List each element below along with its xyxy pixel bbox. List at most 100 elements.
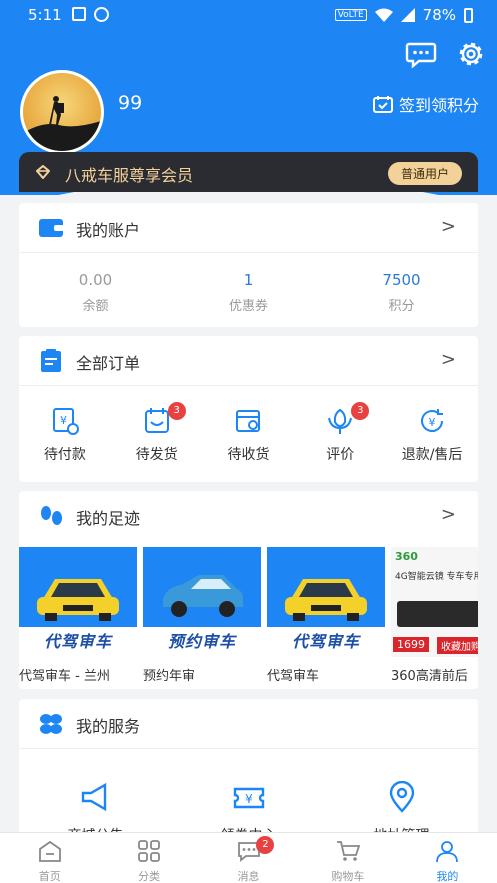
service-address[interactable]: 地址管理	[325, 780, 478, 839]
status-bar: 5:11 VoLTE 78%	[0, 0, 497, 30]
refund-icon: ¥	[421, 409, 444, 432]
services-title: 我的服务	[76, 717, 141, 736]
car-icon	[285, 579, 367, 621]
ad-price: 1699	[393, 637, 429, 652]
tab-label: 消息	[237, 870, 260, 883]
tab-label: 首页	[38, 870, 61, 883]
footprint-image: 代驾审车	[19, 547, 137, 657]
mirror-image	[397, 601, 478, 627]
account-card: 我的账户 > 0.00 余额 1 优惠券 7500 积分	[19, 203, 478, 327]
footprint-label: 360高清前后	[391, 669, 468, 684]
avatar[interactable]	[20, 70, 104, 154]
ad-brand: 360	[395, 550, 418, 563]
wifi-icon	[374, 8, 393, 22]
battery-percent: 78%	[422, 6, 456, 24]
footprints-header[interactable]: 我的足迹 >	[19, 491, 478, 541]
gear-icon[interactable]	[455, 38, 487, 70]
footprints-card: 我的足迹 > 代驾审车 代驾审车 - 兰州 预约审车 预约年审 代驾审车 代驾审…	[19, 491, 478, 689]
order-refund[interactable]: ¥ 退款/售后	[386, 406, 478, 482]
stat-points[interactable]: 7500 积分	[325, 253, 478, 328]
order-label: 待发货	[135, 447, 178, 463]
svg-text:¥: ¥	[245, 792, 253, 806]
orders-header[interactable]: 全部订单 >	[19, 336, 478, 386]
order-label: 待收货	[227, 447, 270, 463]
wallet-icon: ¥	[52, 408, 79, 435]
chevron-right-icon[interactable]: >	[441, 349, 456, 370]
grid-icon	[138, 840, 161, 862]
stat-balance[interactable]: 0.00 余额	[19, 253, 172, 328]
order-label: 评价	[326, 447, 355, 463]
checkin-label: 签到领积分	[398, 96, 479, 115]
footprint-image: 360 4G智能云镜 专车专用 1699 收藏加购	[391, 547, 478, 657]
chevron-right-icon[interactable]: >	[441, 216, 456, 237]
account-title: 我的账户	[76, 221, 141, 240]
signal-icon	[400, 8, 415, 22]
footprint-image: 预约审车	[143, 547, 261, 657]
tab-home[interactable]: 首页	[0, 833, 99, 883]
volte-badge: VoLTE	[334, 9, 367, 21]
tab-bar: 首页 分类 消息 2 购物车 我的	[0, 832, 497, 883]
tab-messages[interactable]: 消息 2	[199, 833, 298, 883]
footprint-item[interactable]: 360 4G智能云镜 专车专用 1699 收藏加购 360高清前后	[391, 547, 478, 687]
wallet-icon	[39, 219, 64, 237]
footprint-item[interactable]: 预约审车 预约年审	[143, 547, 261, 687]
member-level-badge[interactable]: 普通用户	[387, 162, 462, 185]
tab-mine[interactable]: 我的	[398, 833, 497, 883]
product-ad: 360 4G智能云镜 专车专用 1699 收藏加购	[391, 547, 478, 657]
megaphone-icon	[81, 782, 106, 812]
checkin-button[interactable]: 签到领积分	[372, 92, 479, 116]
order-pending-receipt[interactable]: 待收货	[203, 406, 295, 482]
services-card: 我的服务 商城公告 ¥ 领券中心 地址管理	[19, 699, 478, 839]
service-announcement[interactable]: 商城公告	[19, 781, 172, 839]
order-pending-payment[interactable]: ¥ 待付款	[19, 406, 111, 482]
user-icon	[436, 841, 459, 863]
tab-label: 我的	[436, 870, 459, 883]
footprint-banner: 代驾审车	[267, 627, 385, 657]
stat-value: 0.00	[78, 271, 113, 289]
car-icon	[163, 575, 243, 617]
order-label: 退款/售后	[401, 447, 463, 463]
services-header: 我的服务	[19, 699, 478, 749]
stat-coupons[interactable]: 1 优惠券	[172, 253, 325, 328]
order-badge: 3	[351, 402, 370, 420]
coupon-icon: ¥	[233, 787, 264, 809]
stat-label: 优惠券	[228, 299, 268, 314]
footprint-item[interactable]: 代驾审车 代驾审车 - 兰州	[19, 547, 137, 687]
battery-icon	[464, 7, 473, 23]
order-pending-shipment[interactable]: 待发货 3	[111, 402, 203, 482]
diamond-icon	[36, 165, 50, 179]
tab-badge: 2	[256, 836, 275, 854]
stat-value: 7500	[382, 271, 421, 289]
username[interactable]: 99	[118, 92, 142, 114]
ad-cta: 收藏加购	[437, 637, 478, 654]
image-icon	[72, 7, 86, 21]
footprint-icon	[41, 506, 62, 525]
footprint-banner: 代驾审车	[19, 627, 137, 657]
chevron-right-icon[interactable]: >	[441, 504, 456, 525]
stat-label: 余额	[82, 299, 109, 314]
footprint-label: 代驾审车	[267, 669, 320, 684]
stat-label: 积分	[388, 299, 415, 314]
footprint-label: 代驾审车 - 兰州	[19, 669, 110, 684]
box-icon	[236, 410, 261, 432]
sync-icon	[94, 7, 109, 22]
svg-text:¥: ¥	[60, 414, 67, 427]
tab-category[interactable]: 分类	[99, 833, 198, 883]
tab-label: 分类	[138, 870, 161, 883]
orders-card: 全部订单 > ¥ 待付款 待发货 3 待收货 评价 3 ¥ 退款/售后	[19, 336, 478, 482]
svg-text:¥: ¥	[429, 416, 436, 429]
service-coupons[interactable]: ¥ 领券中心	[172, 781, 325, 839]
member-title: 八戒车服尊享会员	[65, 166, 194, 185]
member-bar[interactable]: 八戒车服尊享会员 普通用户	[19, 152, 478, 192]
home-icon	[38, 840, 61, 862]
order-badge: 3	[167, 402, 186, 420]
message-icon[interactable]	[405, 38, 437, 70]
clipboard-icon	[41, 349, 61, 372]
tab-cart[interactable]: 购物车	[298, 833, 397, 883]
account-header[interactable]: 我的账户 >	[19, 203, 478, 253]
cart-icon	[336, 841, 361, 861]
footprint-item[interactable]: 代驾审车 代驾审车	[267, 547, 385, 687]
tab-label: 购物车	[331, 870, 365, 883]
order-review[interactable]: 评价 3	[294, 402, 386, 482]
ad-headline: 4G智能云镜 专车专用	[395, 572, 478, 582]
